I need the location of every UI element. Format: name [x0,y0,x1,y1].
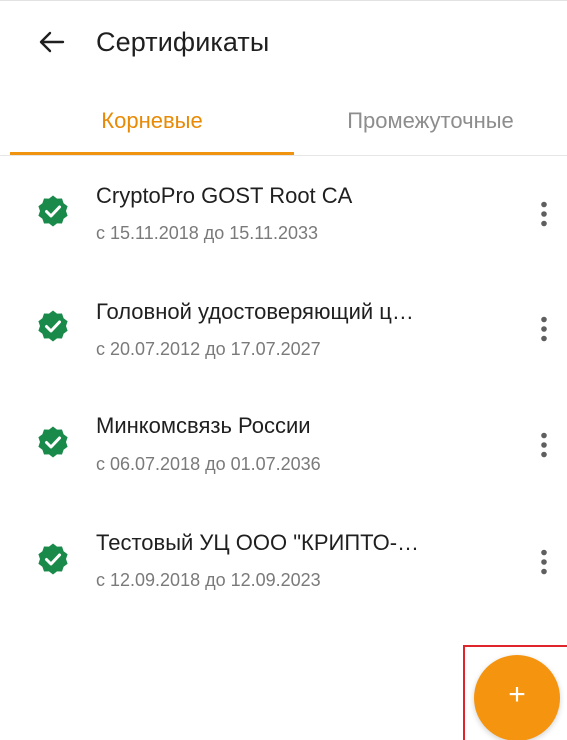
add-certificate-button[interactable]: + [474,655,560,740]
certificate-validity: с 12.09.2018 до 12.09.2023 [96,570,321,590]
more-options-button[interactable] [528,192,560,236]
more-options-button[interactable] [528,540,560,584]
certificate-validity: с 20.07.2012 до 17.07.2027 [96,339,321,359]
more-vert-icon [541,432,547,458]
list-item[interactable]: CryptoPro GOST Root CA с 15.11.2018 до 1… [0,156,567,272]
page-title: Сертификаты [96,27,270,57]
certificate-validity: с 06.07.2018 до 01.07.2036 [96,454,321,474]
certificate-name: CryptoPro GOST Root CA [96,183,353,208]
more-vert-icon [541,549,547,575]
verified-badge-icon [38,310,68,342]
more-vert-icon [541,316,547,342]
verified-badge-icon [38,543,68,575]
certificate-name: Тестовый УЦ ООО "КРИПТО-… [96,530,420,555]
active-tab-indicator [10,152,294,155]
verified-badge-icon [38,195,68,227]
plus-icon: + [508,678,526,711]
list-item[interactable]: Тестовый УЦ ООО "КРИПТО-… с 12.09.2018 д… [0,504,567,620]
app-bar: Сертификаты [0,0,567,88]
certificate-validity: с 15.11.2018 до 15.11.2033 [96,223,319,243]
certificate-name: Минкомсвязь России [96,413,311,438]
more-options-button[interactable] [528,423,560,467]
tab-root[interactable]: Корневые [10,88,294,154]
list-item[interactable]: Минкомсвязь России с 06.07.2018 до 01.07… [0,388,567,504]
list-item[interactable]: Головной удостоверяющий ц… с 20.07.2012 … [0,272,567,388]
arrow-left-icon [39,31,65,53]
tab-intermediate[interactable]: Промежуточные [294,88,567,154]
tab-bar: Корневые Промежуточные [0,88,567,156]
back-button[interactable] [30,22,74,62]
verified-badge-icon [38,426,68,458]
certificate-name: Головной удостоверяющий ц… [96,299,414,324]
more-options-button[interactable] [528,307,560,351]
more-vert-icon [541,201,547,227]
